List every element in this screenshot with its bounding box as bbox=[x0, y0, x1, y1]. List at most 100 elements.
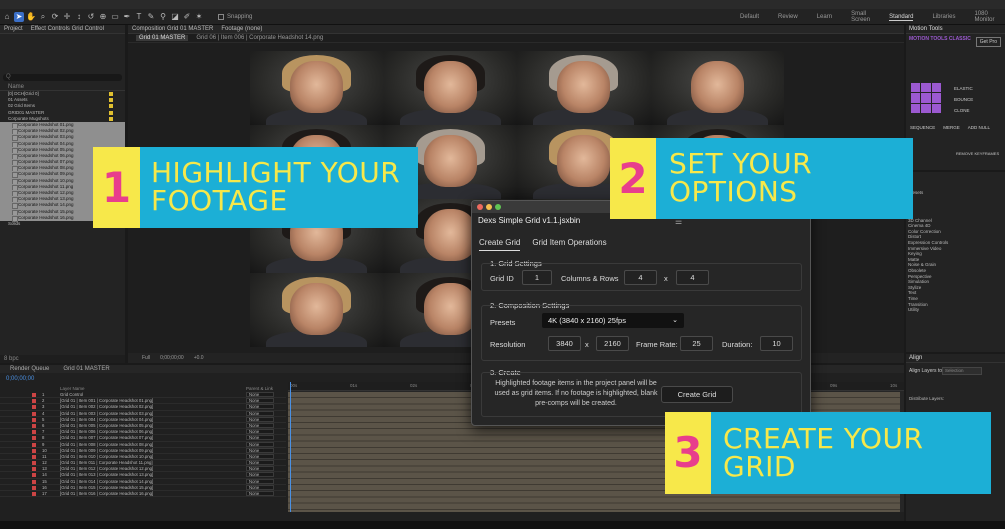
clone-button[interactable]: CLONE bbox=[954, 105, 1002, 116]
frame-rate-input[interactable]: 25 bbox=[680, 336, 713, 351]
create-grid-button[interactable]: Create Grid bbox=[661, 386, 733, 403]
workspace-1080-monitor[interactable]: 1080 Monitor bbox=[974, 11, 994, 23]
tab-project[interactable]: Project bbox=[4, 26, 23, 32]
anchor-tool-icon[interactable]: ⊕ bbox=[98, 12, 108, 22]
grid-id-input[interactable]: 1 bbox=[522, 270, 552, 285]
parent-dropdown[interactable]: None bbox=[246, 398, 274, 404]
parent-header[interactable]: Parent & Link bbox=[246, 386, 273, 391]
presets-dropdown[interactable]: 4K (3840 x 2160) 25fps ⌄ bbox=[542, 313, 684, 328]
align-to-dropdown[interactable]: Selection bbox=[942, 367, 982, 375]
label-color-swatch[interactable] bbox=[32, 461, 36, 466]
tab-render-queue[interactable]: Render Queue bbox=[10, 366, 49, 372]
label-color-swatch[interactable] bbox=[32, 448, 36, 453]
type-tool-icon[interactable]: T bbox=[134, 12, 144, 22]
parent-dropdown[interactable]: None bbox=[246, 392, 274, 397]
workspace-small-screen[interactable]: Small Screen bbox=[851, 11, 870, 23]
label-color-swatch[interactable] bbox=[32, 467, 36, 472]
home-icon[interactable]: ⌂ bbox=[2, 12, 12, 22]
effects-category[interactable]: Utility bbox=[906, 307, 1005, 313]
rectangle-tool-icon[interactable]: ▭ bbox=[110, 12, 120, 22]
current-time-display[interactable]: 0;00;00;00 bbox=[160, 355, 184, 361]
parent-dropdown[interactable]: None bbox=[246, 416, 274, 422]
bounce-button[interactable]: BOUNCE bbox=[954, 94, 1002, 105]
roto-brush-icon[interactable]: ✐ bbox=[182, 12, 192, 22]
label-color-swatch[interactable] bbox=[32, 479, 36, 484]
puppet-tool-icon[interactable]: ✶ bbox=[194, 12, 204, 22]
playhead[interactable] bbox=[290, 382, 291, 512]
layer-name-header[interactable]: Layer Name bbox=[60, 386, 85, 391]
width-input[interactable]: 3840 bbox=[548, 336, 581, 351]
parent-dropdown[interactable]: None bbox=[246, 478, 274, 484]
project-search-input[interactable]: Q bbox=[3, 74, 122, 81]
zoom-dropdown[interactable]: Full bbox=[142, 355, 150, 361]
subtab-grid-item[interactable]: Grid 06 | Item 006 | Corporate Headshot … bbox=[196, 35, 323, 41]
tab-composition[interactable]: Composition Grid 01 MASTER bbox=[132, 26, 213, 32]
parent-dropdown[interactable]: None bbox=[246, 491, 274, 496]
tab-create-grid[interactable]: Create Grid bbox=[479, 238, 521, 251]
parent-dropdown[interactable]: None bbox=[246, 410, 274, 416]
pan-tool-icon[interactable]: ✛ bbox=[62, 12, 72, 22]
label-color-swatch[interactable] bbox=[32, 430, 36, 435]
label-color-swatch[interactable] bbox=[32, 485, 36, 490]
rows-input[interactable]: 4 bbox=[676, 270, 709, 285]
parent-dropdown[interactable]: None bbox=[246, 472, 274, 478]
label-color-swatch[interactable] bbox=[32, 405, 36, 410]
anchor-grid-icon[interactable] bbox=[911, 83, 941, 113]
label-color-swatch[interactable] bbox=[32, 393, 36, 397]
parent-dropdown[interactable]: None bbox=[246, 447, 274, 453]
parent-dropdown[interactable]: None bbox=[246, 441, 274, 447]
snapping-checkbox[interactable] bbox=[218, 13, 224, 20]
tab-grid-master-timeline[interactable]: Grid 01 MASTER bbox=[63, 366, 109, 372]
parent-dropdown[interactable]: None bbox=[246, 484, 274, 490]
effects-category[interactable]: Presets bbox=[906, 190, 1005, 196]
orbit-tool-icon[interactable]: ⟳ bbox=[50, 12, 60, 22]
dolly-tool-icon[interactable]: ↕ bbox=[74, 12, 84, 22]
workspace-learn[interactable]: Learn bbox=[817, 14, 832, 20]
snapping-toggle[interactable]: Snapping bbox=[218, 13, 252, 20]
label-color-swatch[interactable] bbox=[32, 417, 36, 422]
parent-dropdown[interactable]: None bbox=[246, 460, 274, 466]
tab-effect-controls[interactable]: Effect Controls Grid Control bbox=[31, 26, 104, 32]
parent-dropdown[interactable]: None bbox=[246, 466, 274, 472]
close-window-icon[interactable] bbox=[477, 204, 483, 210]
zoom-tool-icon[interactable]: ⌕ bbox=[38, 12, 48, 22]
height-input[interactable]: 2160 bbox=[596, 336, 629, 351]
remove-keyframes-button[interactable]: REMOVE KEYFRAMES bbox=[956, 151, 999, 156]
label-color-swatch[interactable] bbox=[32, 442, 36, 447]
exposure-value[interactable]: +0.0 bbox=[194, 355, 204, 361]
elastic-button[interactable]: ELASTIC bbox=[954, 83, 1002, 94]
rotate-tool-icon[interactable]: ↺ bbox=[86, 12, 96, 22]
workspace-default[interactable]: Default bbox=[740, 14, 759, 20]
zoom-window-icon[interactable] bbox=[495, 204, 501, 210]
parent-dropdown[interactable]: None bbox=[246, 429, 274, 435]
tab-grid-item-operations[interactable]: Grid Item Operations bbox=[532, 238, 606, 251]
clone-stamp-icon[interactable]: ⚲ bbox=[158, 12, 168, 22]
eraser-tool-icon[interactable]: ◪ bbox=[170, 12, 180, 22]
parent-dropdown[interactable]: None bbox=[246, 435, 274, 441]
label-color-swatch[interactable] bbox=[32, 492, 36, 496]
label-color-swatch[interactable] bbox=[32, 436, 36, 441]
columns-input[interactable]: 4 bbox=[624, 270, 657, 285]
pen-tool-icon[interactable]: ✒ bbox=[122, 12, 132, 22]
label-color-swatch[interactable] bbox=[32, 454, 36, 459]
add-null-button[interactable]: ADD NULL bbox=[968, 125, 990, 130]
parent-dropdown[interactable]: None bbox=[246, 422, 274, 428]
tab-footage[interactable]: Footage (none) bbox=[221, 26, 262, 32]
merge-button[interactable]: MERGE bbox=[943, 125, 960, 130]
subtab-grid-master[interactable]: Grid 01 MASTER bbox=[136, 35, 189, 41]
label-color-swatch[interactable] bbox=[32, 411, 36, 416]
workspace-libraries[interactable]: Libraries bbox=[932, 14, 955, 20]
project-column-header[interactable]: Name bbox=[0, 84, 125, 91]
sequence-button[interactable]: SEQUENCE bbox=[910, 125, 935, 130]
workspace-review[interactable]: Review bbox=[778, 14, 798, 20]
label-color-swatch[interactable] bbox=[32, 399, 36, 404]
minimize-window-icon[interactable] bbox=[486, 204, 492, 210]
label-color-swatch[interactable] bbox=[32, 423, 36, 428]
label-color-swatch[interactable] bbox=[32, 473, 36, 478]
brush-tool-icon[interactable]: ✎ bbox=[146, 12, 156, 22]
get-pro-button[interactable]: Get Pro bbox=[975, 37, 1001, 47]
timeline-layer-row[interactable]: 17 [Grid 01 | Item 016 | Corporate Headsh… bbox=[0, 491, 286, 498]
duration-input[interactable]: 10 bbox=[760, 336, 793, 351]
parent-dropdown[interactable]: None bbox=[246, 404, 274, 410]
hand-tool-icon[interactable]: ✋ bbox=[26, 12, 36, 22]
